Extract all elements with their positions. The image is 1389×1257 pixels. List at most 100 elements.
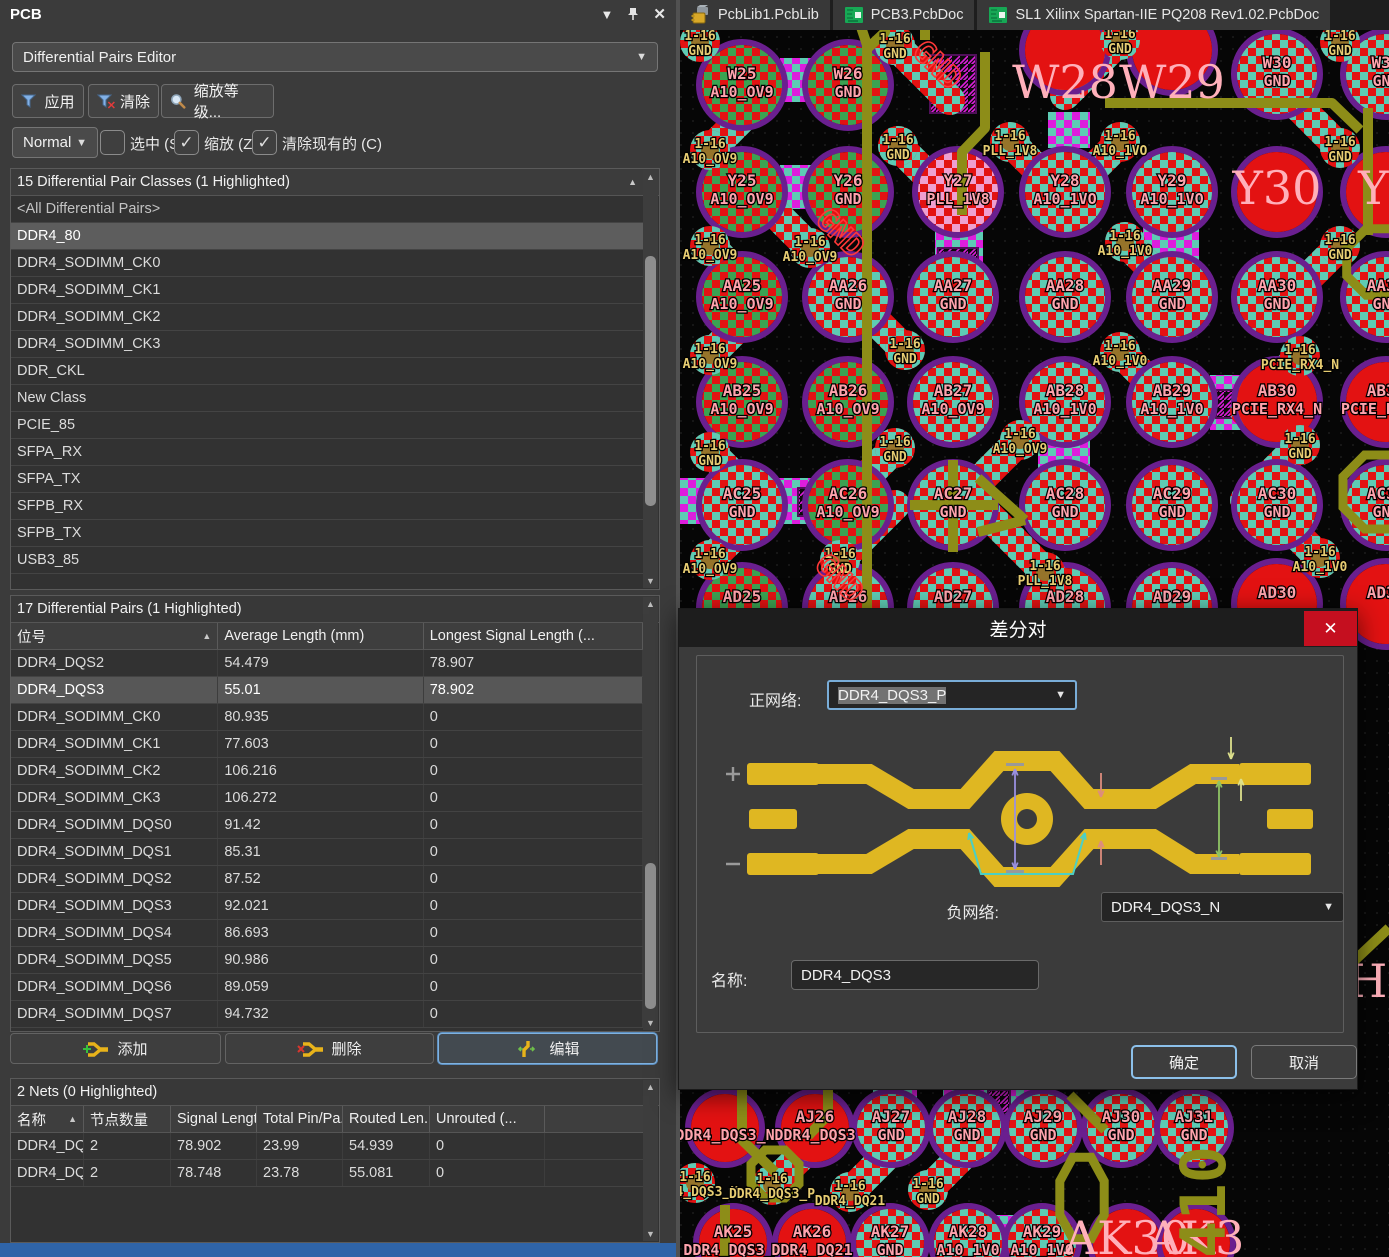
- select-checkbox[interactable]: [100, 130, 125, 155]
- class-list-item[interactable]: DDR4_SODIMM_CK0: [11, 250, 643, 277]
- pair-row[interactable]: DDR4_SODIMM_DQS091.420: [11, 812, 643, 839]
- pair-row[interactable]: DDR4_SODIMM_CK177.6030: [11, 731, 643, 758]
- scroll-up-icon[interactable]: ▲: [643, 170, 658, 184]
- nets-scrollbar[interactable]: ▲ ▼: [643, 1080, 658, 1241]
- nets-column-header[interactable]: Total Pin/Pa...: [257, 1106, 343, 1132]
- delete-pair-button[interactable]: 删除: [225, 1033, 434, 1064]
- ok-button[interactable]: 确定: [1131, 1045, 1237, 1079]
- pair-cell: 92.021: [218, 893, 423, 919]
- class-list-item[interactable]: <All Differential Pairs>: [11, 196, 643, 223]
- pair-name-input[interactable]: DDR4_DQS3: [791, 960, 1039, 990]
- pair-row[interactable]: DDR4_SODIMM_DQS794.7320: [11, 1001, 643, 1028]
- scroll-down-icon[interactable]: ▼: [643, 1227, 658, 1241]
- svg-text:1-16: 1-16: [882, 133, 913, 148]
- pair-cell: 80.935: [218, 704, 423, 730]
- class-list-item[interactable]: DDR4_SODIMM_CK3: [11, 331, 643, 358]
- zoom-checkbox[interactable]: ✓: [174, 130, 199, 155]
- close-icon[interactable]: ✕: [653, 5, 666, 23]
- svg-text:W28: W28: [1012, 55, 1118, 109]
- tab-pcb3[interactable]: PCB3.PcbDoc: [833, 0, 975, 30]
- clear-existing-checkbox-label: 清除现有的 (C): [282, 133, 382, 154]
- class-list-item[interactable]: USB3_85: [11, 547, 643, 574]
- pcb-workspace[interactable]: 1-16GND1-16GND1-16GND1-16GND1-16A10_OV91…: [680, 0, 1389, 1257]
- svg-text:AJ29: AJ29: [1024, 1107, 1063, 1126]
- svg-text:A10_OV9: A10_OV9: [710, 400, 773, 418]
- svg-text:AB29: AB29: [1153, 381, 1192, 400]
- add-pair-button[interactable]: 添加: [10, 1033, 221, 1064]
- pair-row[interactable]: DDR4_SODIMM_CK2106.2160: [11, 758, 643, 785]
- zoom-level-button[interactable]: 缩放等级...: [161, 84, 274, 118]
- editor-mode-select[interactable]: Differential Pairs Editor ▼: [12, 42, 658, 72]
- clear-button[interactable]: ✕ 清除: [88, 84, 159, 118]
- pairs-column-header[interactable]: Longest Signal Length (...: [424, 623, 643, 649]
- panel-menu-icon[interactable]: ▼: [601, 7, 614, 22]
- nets-column-header[interactable]: Routed Len...: [343, 1106, 430, 1132]
- class-list-item[interactable]: DDR4_SODIMM_CK1: [11, 277, 643, 304]
- scroll-up-icon[interactable]: ▲: [643, 1080, 658, 1094]
- pin-icon[interactable]: [627, 7, 639, 21]
- svg-text:Y26: Y26: [834, 171, 863, 190]
- svg-text:A10_OV9: A10_OV9: [816, 400, 879, 418]
- svg-text:AA31: AA31: [1367, 276, 1389, 295]
- svg-text:GND: GND: [1180, 1126, 1207, 1144]
- negative-net-select[interactable]: DDR4_DQS3_N ▼: [1101, 892, 1344, 922]
- pair-row[interactable]: DDR4_DQS254.47978.907: [11, 650, 643, 677]
- class-list-item[interactable]: DDR4_80: [11, 223, 643, 250]
- tab-pcblib1[interactable]: PcbLib1.PcbLib: [680, 0, 830, 30]
- cancel-button[interactable]: 取消: [1251, 1045, 1357, 1079]
- svg-text:A10_OV9: A10_OV9: [710, 190, 773, 208]
- nets-column-header[interactable]: 名称▲: [11, 1106, 84, 1132]
- dialog-titlebar[interactable]: 差分对: [679, 609, 1357, 647]
- class-list-item[interactable]: DDR4_SODIMM_CK2: [11, 304, 643, 331]
- svg-text:GND: GND: [886, 148, 910, 163]
- edit-pair-button[interactable]: 编辑: [438, 1033, 657, 1064]
- pair-row[interactable]: DDR4_DQS355.0178.902: [11, 677, 643, 704]
- classes-header[interactable]: 15 Differential Pair Classes (1 Highligh…: [11, 169, 659, 196]
- positive-net-select[interactable]: DDR4_DQS3_P ▼: [827, 680, 1077, 710]
- pair-row[interactable]: DDR4_SODIMM_DQS590.9860: [11, 947, 643, 974]
- class-list-item[interactable]: SFPB_RX: [11, 493, 643, 520]
- pair-row[interactable]: DDR4_SODIMM_DQS486.6930: [11, 920, 643, 947]
- svg-text:A10_OV9: A10_OV9: [683, 248, 738, 263]
- svg-text:AC31: AC31: [1367, 484, 1389, 503]
- scroll-down-icon[interactable]: ▼: [643, 1016, 658, 1030]
- pairs-column-header[interactable]: 位号▲: [11, 623, 218, 649]
- net-row[interactable]: DDR4_DQS278.74823.7855.0810: [11, 1160, 643, 1187]
- pairs-column-header[interactable]: Average Length (mm): [218, 623, 423, 649]
- nets-column-header[interactable]: Signal Lengt...: [171, 1106, 257, 1132]
- pairs-scrollbar[interactable]: ▲ ▼: [643, 597, 658, 1030]
- svg-text:W31: W31: [1372, 53, 1389, 72]
- mode-select[interactable]: Normal ▼: [12, 127, 98, 158]
- scroll-up-icon[interactable]: ▲: [643, 597, 658, 611]
- svg-text:AB30: AB30: [1258, 381, 1297, 400]
- svg-text:GND: GND: [1328, 150, 1352, 165]
- tab-sl1-xilinx[interactable]: SL1 Xilinx Spartan-IIE PQ208 Rev1.02.Pcb…: [977, 0, 1330, 30]
- class-list-item[interactable]: PCIE_85: [11, 412, 643, 439]
- nets-column-header[interactable]: Unrouted (...: [430, 1106, 545, 1132]
- scroll-down-icon[interactable]: ▼: [643, 574, 658, 588]
- class-list-item[interactable]: New Class: [11, 385, 643, 412]
- net-row[interactable]: DDR4_DQS278.90223.9954.9390: [11, 1133, 643, 1160]
- dialog-close-button[interactable]: ✕: [1304, 611, 1357, 646]
- class-list-item[interactable]: SFPB_TX: [11, 520, 643, 547]
- pair-row[interactable]: DDR4_SODIMM_DQS185.310: [11, 839, 643, 866]
- classes-scrollbar[interactable]: ▲ ▼: [643, 170, 658, 588]
- clear-existing-checkbox[interactable]: ✓: [252, 130, 277, 155]
- apply-button[interactable]: 应用: [12, 84, 84, 118]
- pair-row[interactable]: DDR4_SODIMM_DQS392.0210: [11, 893, 643, 920]
- negative-net-value: DDR4_DQS3_N: [1111, 899, 1220, 916]
- class-list-item[interactable]: SFPA_TX: [11, 466, 643, 493]
- scroll-thumb[interactable]: [645, 256, 656, 506]
- svg-text:A10_OV9: A10_OV9: [993, 442, 1048, 457]
- pair-cell: 0: [424, 731, 643, 757]
- pair-cell: DDR4_SODIMM_CK0: [11, 704, 218, 730]
- pair-row[interactable]: DDR4_SODIMM_CK080.9350: [11, 704, 643, 731]
- pair-row[interactable]: DDR4_SODIMM_DQS287.520: [11, 866, 643, 893]
- svg-text:GND: GND: [939, 503, 966, 521]
- pair-row[interactable]: DDR4_SODIMM_CK3106.2720: [11, 785, 643, 812]
- pair-row[interactable]: DDR4_SODIMM_DQS689.0590: [11, 974, 643, 1001]
- class-list-item[interactable]: SFPA_RX: [11, 439, 643, 466]
- nets-column-header[interactable]: 节点数量: [84, 1106, 171, 1132]
- scroll-thumb[interactable]: [645, 863, 656, 1009]
- class-list-item[interactable]: DDR_CKL: [11, 358, 643, 385]
